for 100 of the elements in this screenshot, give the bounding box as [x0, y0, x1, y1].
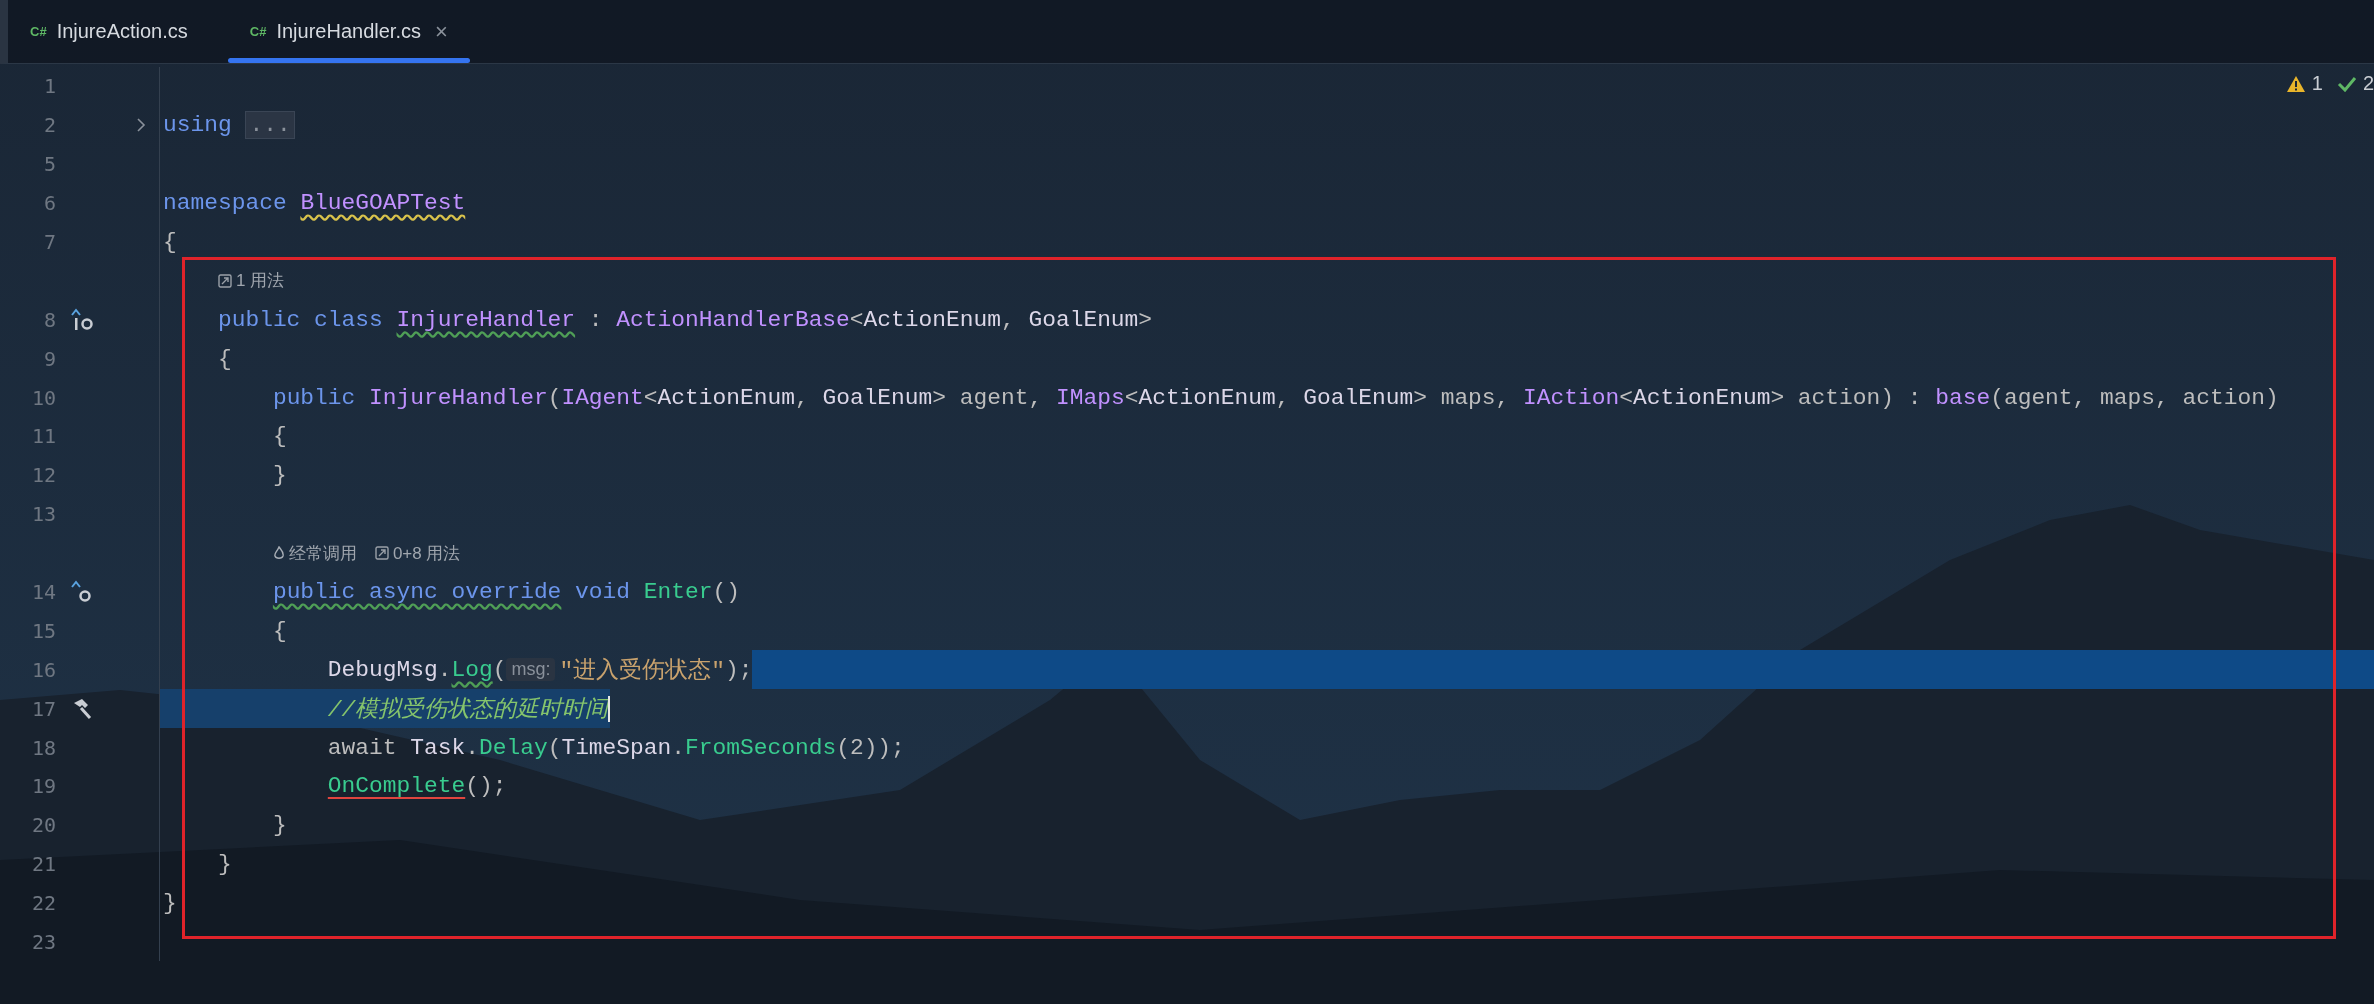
checkmark-icon: [2336, 75, 2357, 92]
keyword: namespace: [163, 190, 288, 217]
keyword: public class: [217, 306, 384, 333]
code-text: ,: [1000, 306, 1016, 333]
line-number: 17: [31, 696, 56, 721]
inspection-count[interactable]: 1: [2285, 72, 2323, 95]
identifier: ActionEnum: [657, 384, 795, 411]
type-name: IAgent: [561, 384, 644, 411]
type-name: IMaps: [1055, 384, 1125, 411]
line-number: 6: [43, 191, 56, 216]
code-text: (): [712, 579, 740, 605]
line-number: 13: [31, 502, 56, 527]
code-text: .: [465, 734, 479, 761]
identifier: ActionEnum: [1138, 384, 1276, 411]
folded-code[interactable]: ...: [245, 111, 295, 140]
flame-icon: [272, 546, 285, 561]
code-text: ,: [1275, 384, 1291, 411]
code-text: {: [217, 345, 232, 372]
inspection-count[interactable]: 2: [2336, 72, 2374, 95]
type-name: BlueGOAPTest: [300, 190, 466, 217]
implemented-marker-icon[interactable]: [70, 307, 96, 332]
method-name: Log: [451, 656, 493, 683]
type-name: IAction: [1523, 384, 1620, 411]
keyword: void: [574, 579, 632, 605]
keyword: public: [272, 384, 357, 411]
code-text: }: [163, 890, 177, 917]
line-number: 19: [31, 774, 56, 799]
type-name: InjureHandler: [369, 384, 548, 411]
expand-chevron-icon[interactable]: [136, 117, 146, 134]
file-type-label: C#: [249, 24, 267, 39]
file-tab[interactable]: C# InjureHandler.cs ×: [227, 0, 470, 63]
code-text: .: [671, 734, 686, 761]
line-number: 23: [31, 930, 56, 955]
code-text: );: [724, 656, 753, 683]
line-number: 16: [31, 657, 56, 682]
code-text: ,: [794, 384, 810, 411]
code-text: > maps,: [1413, 384, 1511, 411]
code-text: (: [547, 384, 562, 411]
code-text: ();: [465, 773, 507, 800]
identifier: GoalEnum: [1028, 306, 1139, 333]
code-text: >: [1138, 306, 1153, 333]
code-text: <: [849, 306, 864, 333]
line-number: 15: [31, 618, 56, 643]
code-text: (2));: [836, 734, 905, 761]
code-text: <: [1619, 384, 1633, 411]
type-name: base: [1935, 384, 1991, 411]
line-number: 11: [31, 424, 56, 449]
close-button[interactable]: ×: [434, 18, 448, 45]
code-text: > action) :: [1770, 384, 1923, 411]
string-literal: "进入受伤状态": [559, 656, 725, 686]
usages-icon: [217, 273, 232, 288]
code-text: {: [272, 423, 287, 450]
code-text: {: [163, 229, 177, 255]
line-number: 7: [43, 230, 56, 254]
line-number: 21: [31, 852, 56, 877]
code-text: <: [643, 384, 658, 411]
method-name: FromSeconds: [685, 734, 837, 761]
identifier: Task: [410, 734, 466, 761]
line-number: 5: [43, 152, 56, 177]
identifier: ActionEnum: [863, 306, 1001, 333]
line-number: 9: [43, 346, 56, 371]
type-name: ActionHandlerBase: [616, 306, 850, 333]
line-number: 18: [31, 735, 56, 760]
identifier: ActionEnum: [1633, 384, 1771, 411]
line-number: 8: [43, 307, 56, 332]
code-text: await: [327, 734, 398, 761]
keyword: public async override: [272, 579, 562, 605]
method-name: Enter: [643, 579, 713, 605]
code-text: }: [217, 851, 232, 878]
identifier: TimeSpan: [561, 734, 672, 761]
line-number: 14: [31, 580, 56, 604]
identifier: DebugMsg: [327, 656, 438, 683]
identifier: GoalEnum: [1303, 384, 1414, 411]
line-number: 20: [31, 813, 56, 838]
code-text: }: [272, 812, 287, 839]
warning-icon: [2285, 74, 2306, 93]
code-text: (: [547, 734, 562, 761]
method-name: Delay: [478, 734, 548, 761]
file-type-label: C#: [30, 24, 47, 39]
file-tab[interactable]: C# InjureAction.cs: [8, 0, 210, 63]
method-name: OnComplete: [327, 773, 466, 800]
code-text: <: [1124, 384, 1139, 411]
identifier: GoalEnum: [822, 384, 933, 411]
line-number: 2: [43, 113, 56, 138]
code-vision-hint[interactable]: 经常调用: [272, 541, 357, 565]
keyword: using: [163, 112, 233, 139]
code-text: .: [437, 656, 452, 683]
code-text: }: [272, 462, 287, 489]
code-text: > agent,: [932, 384, 1044, 411]
code-comment: //模拟受伤状态的延时时间: [327, 696, 609, 725]
type-name: InjureHandler: [396, 306, 576, 333]
code-text: (: [492, 656, 507, 683]
line-number: 12: [31, 463, 56, 488]
line-number: 1: [43, 74, 56, 99]
line-number: 10: [31, 385, 56, 410]
code-text: {: [272, 617, 287, 644]
usages-icon: [374, 546, 389, 561]
code-vision-hint[interactable]: 0+8 用法: [374, 541, 461, 565]
code-vision-hint[interactable]: 1 用法: [217, 269, 285, 293]
line-number: 22: [31, 891, 56, 916]
